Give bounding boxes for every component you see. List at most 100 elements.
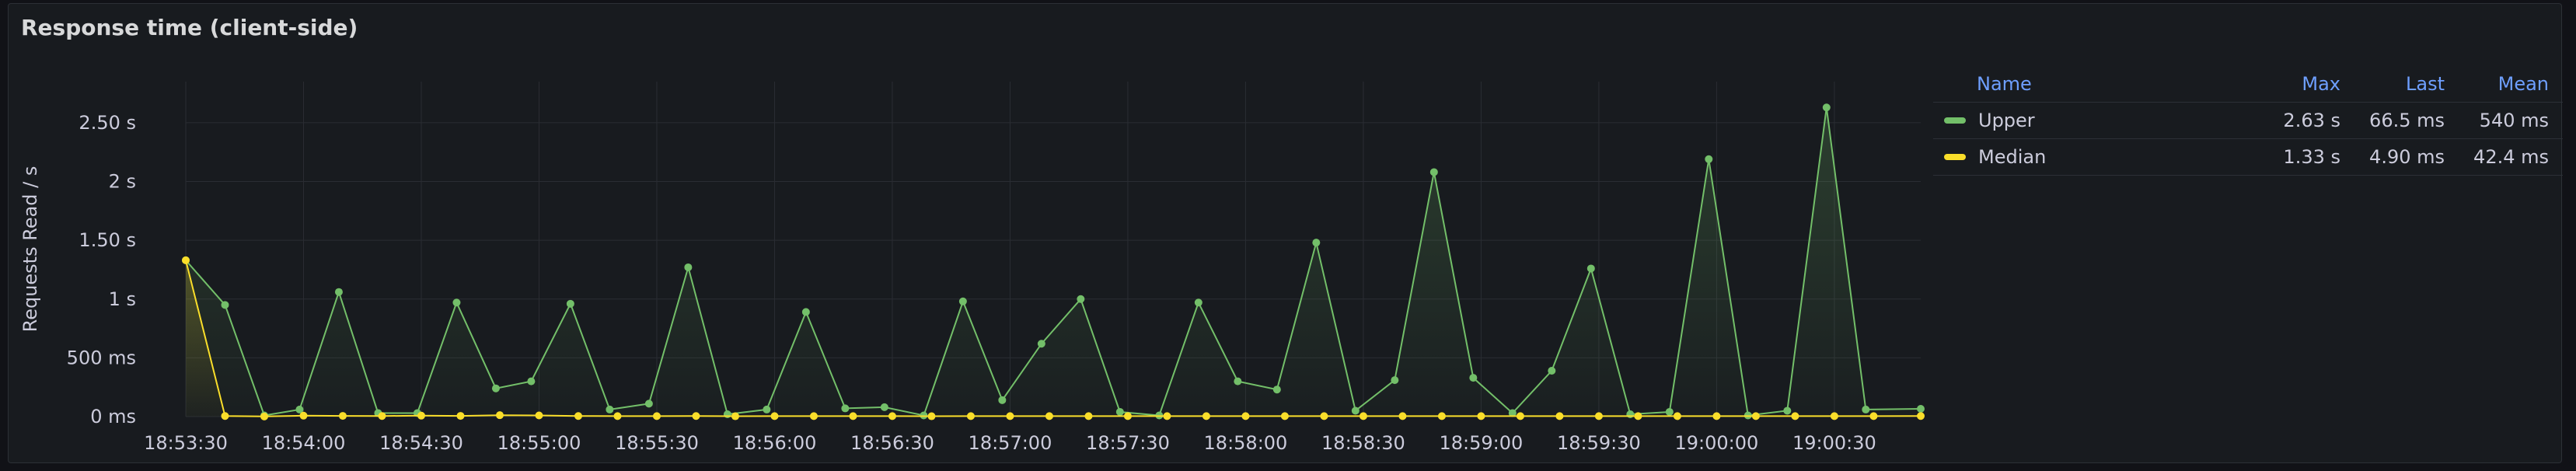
data-point-median	[1084, 412, 1093, 420]
data-point-median	[1830, 412, 1838, 420]
data-point-upper	[1783, 406, 1792, 415]
data-point-median	[613, 412, 622, 420]
data-point-upper	[1862, 405, 1870, 413]
y-tick-label: 0 ms	[90, 406, 136, 427]
data-point-median	[1398, 412, 1407, 420]
data-point-median	[1241, 412, 1250, 420]
legend-header-mean[interactable]: Mean	[2459, 73, 2563, 95]
data-point-upper	[606, 405, 614, 413]
data-point-median	[535, 411, 543, 420]
legend-table: Name Max Last Mean Upper 2.63 s 66.5 ms …	[1933, 66, 2563, 176]
legend-name-cell: Upper	[1933, 110, 2250, 131]
data-point-median	[692, 412, 700, 420]
x-tick-label: 18:58:30	[1321, 432, 1405, 454]
data-point-median	[1045, 412, 1053, 420]
response-time-panel: Response time (client-side) 0 ms 500 ms 1 …	[8, 3, 2563, 463]
y-axis-label: Requests Read / s	[19, 166, 41, 333]
data-point-median	[927, 412, 936, 420]
data-point-median	[221, 412, 229, 420]
data-point-median	[966, 412, 975, 420]
data-point-upper	[1626, 410, 1635, 418]
legend-mean-value: 540 ms	[2479, 110, 2549, 131]
legend-row-upper[interactable]: Upper 2.63 s 66.5 ms 540 ms	[1933, 103, 2563, 139]
data-point-median	[888, 412, 896, 420]
data-point-upper	[491, 384, 500, 392]
data-point-median	[338, 412, 347, 420]
series-color-swatch[interactable]	[1944, 117, 1966, 124]
x-tick-label: 18:55:30	[615, 432, 699, 454]
data-point-upper	[1115, 407, 1124, 416]
legend-last-value: 4.90 ms	[2369, 146, 2445, 168]
x-tick-label: 19:00:00	[1675, 432, 1759, 454]
data-point-median	[652, 412, 661, 420]
data-point-median	[1594, 412, 1603, 420]
x-tick-label: 18:59:30	[1557, 432, 1641, 454]
response-time-chart: 0 ms 500 ms 1 s 1.50 s 2 s 2.50 s 18:53:30 18:5…	[19, 82, 1925, 454]
data-point-median	[1320, 412, 1328, 420]
x-tick-label: 18:56:00	[733, 432, 817, 454]
legend-series-name[interactable]: Upper	[1978, 110, 2035, 131]
data-point-median	[731, 412, 739, 420]
y-tick-label: 2 s	[109, 171, 136, 193]
legend-max-value: 2.63 s	[2283, 110, 2340, 131]
data-point-upper	[1705, 155, 1713, 163]
legend-header-last[interactable]: Last	[2354, 73, 2459, 95]
data-point-upper	[1429, 168, 1438, 176]
data-point-median	[1437, 412, 1446, 420]
x-tick-label: 18:54:30	[379, 432, 463, 454]
y-tick-label: 2.50 s	[79, 112, 136, 134]
data-point-upper	[1272, 386, 1281, 394]
x-tick-label: 18:58:00	[1204, 432, 1288, 454]
data-point-median	[1163, 412, 1171, 420]
data-point-median	[1555, 412, 1564, 420]
x-tick-label: 19:00:30	[1792, 432, 1876, 454]
legend-series-name[interactable]: Median	[1978, 146, 2046, 168]
legend-mean-value: 42.4 ms	[2473, 146, 2549, 168]
data-point-median	[299, 411, 308, 420]
data-point-median	[182, 256, 190, 264]
data-point-upper	[841, 404, 850, 413]
x-tick-label: 18:55:00	[497, 432, 581, 454]
data-point-median	[1123, 412, 1132, 420]
data-point-upper	[684, 263, 693, 271]
data-point-median	[1202, 412, 1210, 420]
data-point-median	[849, 412, 857, 420]
data-point-upper	[1548, 367, 1556, 375]
data-point-upper	[880, 403, 888, 411]
data-point-median	[1477, 412, 1485, 420]
data-point-upper	[1037, 340, 1045, 348]
data-point-median	[1869, 412, 1878, 420]
data-point-median	[495, 411, 504, 420]
y-tick-label: 1.50 s	[79, 229, 136, 251]
data-point-upper	[1077, 295, 1085, 303]
data-point-median	[1359, 412, 1367, 420]
data-point-upper	[1917, 405, 1925, 413]
legend-row-median[interactable]: Median 1.33 s 4.90 ms 42.4 ms	[1933, 139, 2563, 176]
data-point-median	[1917, 412, 1925, 420]
data-point-upper	[1586, 264, 1595, 273]
data-point-upper	[998, 396, 1007, 404]
data-point-median	[1634, 412, 1642, 420]
data-point-median	[1673, 412, 1681, 420]
data-point-median	[1280, 412, 1289, 420]
data-point-median	[574, 412, 582, 420]
series-area-upper	[186, 107, 1921, 417]
x-tick-label: 18:54:00	[262, 432, 346, 454]
data-point-upper	[566, 299, 574, 308]
data-point-median	[770, 412, 779, 420]
series-color-swatch[interactable]	[1944, 154, 1966, 160]
data-point-upper	[1665, 407, 1674, 416]
y-tick-label: 500 ms	[67, 347, 136, 368]
data-point-upper	[1391, 376, 1399, 385]
data-point-median	[1751, 412, 1760, 420]
legend-max-value: 1.33 s	[2283, 146, 2340, 168]
legend-header-max[interactable]: Max	[2250, 73, 2354, 95]
data-point-upper	[644, 399, 653, 408]
legend-header-name[interactable]: Name	[1933, 73, 2250, 95]
data-point-upper	[527, 377, 536, 386]
data-point-upper	[723, 410, 731, 418]
data-point-upper	[1822, 103, 1831, 112]
data-point-median	[1516, 412, 1524, 420]
data-point-upper	[1312, 239, 1321, 247]
data-point-median	[1712, 412, 1721, 420]
